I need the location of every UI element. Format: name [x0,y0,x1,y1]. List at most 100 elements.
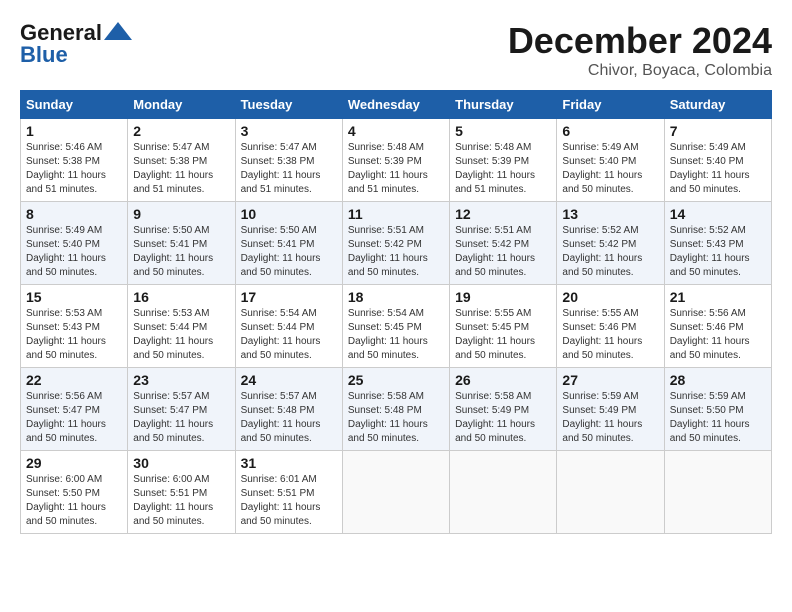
day-number: 10 [241,206,337,222]
day-info: Sunrise: 5:59 AM Sunset: 5:49 PM Dayligh… [562,390,658,446]
calendar-cell: 30 Sunrise: 6:00 AM Sunset: 5:51 PM Dayli… [128,451,235,534]
day-number: 14 [670,206,766,222]
calendar-cell: 22 Sunrise: 5:56 AM Sunset: 5:47 PM Dayli… [21,368,128,451]
calendar-cell: 4 Sunrise: 5:48 AM Sunset: 5:39 PM Daylig… [342,119,449,202]
day-info: Sunrise: 5:48 AM Sunset: 5:39 PM Dayligh… [348,141,444,197]
calendar-table: Sunday Monday Tuesday Wednesday Thursday… [20,90,772,534]
calendar-subtitle: Chivor, Boyaca, Colombia [508,62,772,80]
day-info: Sunrise: 5:58 AM Sunset: 5:49 PM Dayligh… [455,390,551,446]
day-number: 24 [241,372,337,388]
day-info: Sunrise: 5:55 AM Sunset: 5:46 PM Dayligh… [562,307,658,363]
calendar-cell: 17 Sunrise: 5:54 AM Sunset: 5:44 PM Dayli… [235,285,342,368]
calendar-week-row-2: 8Sunrise: 5:49 AM Sunset: 5:40 PM Daylig… [21,202,772,285]
header-monday: Monday [128,91,235,119]
calendar-cell: 16 Sunrise: 5:53 AM Sunset: 5:44 PM Dayli… [128,285,235,368]
title-area: December 2024 Chivor, Boyaca, Colombia [508,20,772,80]
calendar-cell [342,451,449,534]
day-info: Sunrise: 5:58 AM Sunset: 5:48 PM Dayligh… [348,390,444,446]
day-number: 1 [26,123,122,139]
calendar-cell: 24 Sunrise: 5:57 AM Sunset: 5:48 PM Dayli… [235,368,342,451]
calendar-cell: 10 Sunrise: 5:50 AM Sunset: 5:41 PM Dayli… [235,202,342,285]
calendar-cell: 31 Sunrise: 6:01 AM Sunset: 5:51 PM Dayli… [235,451,342,534]
weekday-header-row: Sunday Monday Tuesday Wednesday Thursday… [21,91,772,119]
day-number: 18 [348,289,444,305]
day-info: Sunrise: 5:59 AM Sunset: 5:50 PM Dayligh… [670,390,766,446]
calendar-cell: 7Sunrise: 5:49 AM Sunset: 5:40 PM Daylig… [664,119,771,202]
calendar-cell: 12 Sunrise: 5:51 AM Sunset: 5:42 PM Dayli… [450,202,557,285]
calendar-cell: 21 Sunrise: 5:56 AM Sunset: 5:46 PM Dayli… [664,285,771,368]
day-info: Sunrise: 5:50 AM Sunset: 5:41 PM Dayligh… [241,224,337,280]
calendar-week-row-1: 1 Sunrise: 5:46 AM Sunset: 5:38 PM Daylig… [21,119,772,202]
day-number: 15 [26,289,122,305]
day-number: 2 [133,123,229,139]
header-wednesday: Wednesday [342,91,449,119]
day-number: 23 [133,372,229,388]
day-info: Sunrise: 5:51 AM Sunset: 5:42 PM Dayligh… [455,224,551,280]
day-info: Sunrise: 5:53 AM Sunset: 5:44 PM Dayligh… [133,307,229,363]
day-number: 21 [670,289,766,305]
day-number: 22 [26,372,122,388]
day-number: 29 [26,455,122,471]
day-info: Sunrise: 5:56 AM Sunset: 5:46 PM Dayligh… [670,307,766,363]
day-number: 20 [562,289,658,305]
calendar-cell: 3Sunrise: 5:47 AM Sunset: 5:38 PM Daylig… [235,119,342,202]
day-info: Sunrise: 6:01 AM Sunset: 5:51 PM Dayligh… [241,473,337,529]
day-number: 7 [670,123,766,139]
page-header: General Blue December 2024 Chivor, Boyac… [20,20,772,80]
calendar-title: December 2024 [508,20,772,62]
day-info: Sunrise: 5:53 AM Sunset: 5:43 PM Dayligh… [26,307,122,363]
day-info: Sunrise: 6:00 AM Sunset: 5:51 PM Dayligh… [133,473,229,529]
calendar-cell: 13 Sunrise: 5:52 AM Sunset: 5:42 PM Dayli… [557,202,664,285]
day-number: 19 [455,289,551,305]
day-info: Sunrise: 5:48 AM Sunset: 5:39 PM Dayligh… [455,141,551,197]
day-number: 13 [562,206,658,222]
day-info: Sunrise: 5:51 AM Sunset: 5:42 PM Dayligh… [348,224,444,280]
day-number: 25 [348,372,444,388]
day-info: Sunrise: 5:50 AM Sunset: 5:41 PM Dayligh… [133,224,229,280]
day-info: Sunrise: 5:49 AM Sunset: 5:40 PM Dayligh… [562,141,658,197]
day-number: 17 [241,289,337,305]
calendar-cell: 5 Sunrise: 5:48 AM Sunset: 5:39 PM Daylig… [450,119,557,202]
header-thursday: Thursday [450,91,557,119]
header-friday: Friday [557,91,664,119]
day-info: Sunrise: 5:47 AM Sunset: 5:38 PM Dayligh… [133,141,229,197]
calendar-cell: 28 Sunrise: 5:59 AM Sunset: 5:50 PM Dayli… [664,368,771,451]
calendar-cell: 8Sunrise: 5:49 AM Sunset: 5:40 PM Daylig… [21,202,128,285]
day-number: 16 [133,289,229,305]
calendar-cell: 29 Sunrise: 6:00 AM Sunset: 5:50 PM Dayli… [21,451,128,534]
day-number: 6 [562,123,658,139]
day-info: Sunrise: 5:49 AM Sunset: 5:40 PM Dayligh… [26,224,122,280]
calendar-cell [557,451,664,534]
day-info: Sunrise: 5:55 AM Sunset: 5:45 PM Dayligh… [455,307,551,363]
calendar-cell: 9 Sunrise: 5:50 AM Sunset: 5:41 PM Daylig… [128,202,235,285]
calendar-cell: 11 Sunrise: 5:51 AM Sunset: 5:42 PM Dayli… [342,202,449,285]
calendar-cell: 23 Sunrise: 5:57 AM Sunset: 5:47 PM Dayli… [128,368,235,451]
day-number: 26 [455,372,551,388]
day-info: Sunrise: 5:52 AM Sunset: 5:43 PM Dayligh… [670,224,766,280]
day-number: 5 [455,123,551,139]
calendar-cell: 1 Sunrise: 5:46 AM Sunset: 5:38 PM Daylig… [21,119,128,202]
day-number: 11 [348,206,444,222]
day-info: Sunrise: 5:57 AM Sunset: 5:47 PM Dayligh… [133,390,229,446]
calendar-cell: 2 Sunrise: 5:47 AM Sunset: 5:38 PM Daylig… [128,119,235,202]
day-info: Sunrise: 6:00 AM Sunset: 5:50 PM Dayligh… [26,473,122,529]
calendar-cell: 6 Sunrise: 5:49 AM Sunset: 5:40 PM Daylig… [557,119,664,202]
calendar-cell [664,451,771,534]
day-number: 31 [241,455,337,471]
header-saturday: Saturday [664,91,771,119]
calendar-cell: 15 Sunrise: 5:53 AM Sunset: 5:43 PM Dayli… [21,285,128,368]
day-number: 30 [133,455,229,471]
day-info: Sunrise: 5:54 AM Sunset: 5:44 PM Dayligh… [241,307,337,363]
day-info: Sunrise: 5:56 AM Sunset: 5:47 PM Dayligh… [26,390,122,446]
calendar-cell: 20 Sunrise: 5:55 AM Sunset: 5:46 PM Dayli… [557,285,664,368]
calendar-week-row-5: 29 Sunrise: 6:00 AM Sunset: 5:50 PM Dayli… [21,451,772,534]
day-number: 4 [348,123,444,139]
day-number: 12 [455,206,551,222]
day-info: Sunrise: 5:47 AM Sunset: 5:38 PM Dayligh… [241,141,337,197]
calendar-cell: 19 Sunrise: 5:55 AM Sunset: 5:45 PM Dayli… [450,285,557,368]
day-info: Sunrise: 5:52 AM Sunset: 5:42 PM Dayligh… [562,224,658,280]
day-info: Sunrise: 5:46 AM Sunset: 5:38 PM Dayligh… [26,141,122,197]
day-number: 9 [133,206,229,222]
day-info: Sunrise: 5:57 AM Sunset: 5:48 PM Dayligh… [241,390,337,446]
day-number: 28 [670,372,766,388]
